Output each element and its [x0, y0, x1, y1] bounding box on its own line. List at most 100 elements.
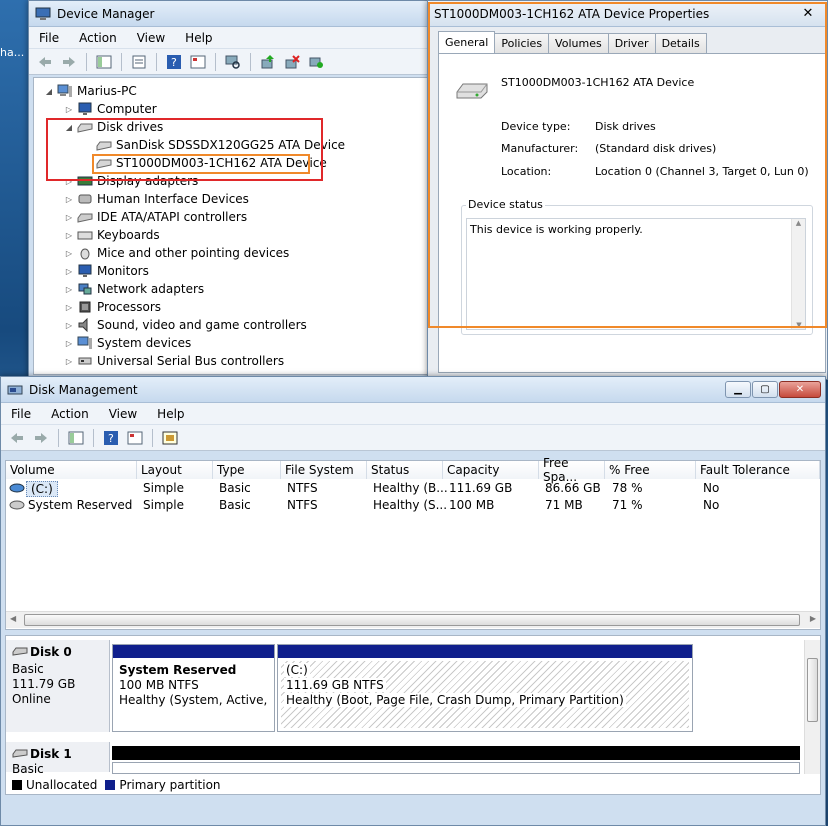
disk0-type: Basic — [12, 662, 44, 676]
tree-item-label: Universal Serial Bus controllers — [97, 354, 285, 368]
expanded-arrow-icon[interactable]: ◢ — [44, 87, 54, 96]
show-hide-tree-icon[interactable] — [66, 428, 86, 448]
vertical-scrollbar[interactable] — [804, 640, 820, 774]
tree-item-keyboards[interactable]: ▷ Keyboards — [64, 226, 160, 244]
tree-item-sound[interactable]: ▷ Sound, video and game controllers — [64, 316, 307, 334]
tree-item-system[interactable]: ▷ System devices — [64, 334, 191, 352]
collapsed-arrow-icon[interactable]: ▷ — [64, 105, 74, 114]
collapsed-arrow-icon[interactable]: ▷ — [64, 321, 74, 330]
menu-view[interactable]: View — [99, 407, 147, 421]
tree-item-mice[interactable]: ▷ Mice and other pointing devices — [64, 244, 289, 262]
device-manager-icon — [35, 7, 51, 20]
column-header-free-space[interactable]: Free Spa... — [539, 456, 605, 484]
enable-device-icon[interactable] — [306, 52, 326, 72]
table-row[interactable]: (C:) Simple Basic NTFS Healthy (B... 111… — [6, 480, 820, 497]
menu-help[interactable]: Help — [147, 407, 194, 421]
properties-icon[interactable] — [160, 428, 180, 448]
disk-management-menubar: File Action View Help — [1, 403, 825, 425]
column-header-layout[interactable]: Layout — [137, 461, 213, 479]
tree-item-label: Keyboards — [97, 228, 160, 242]
forward-arrow-icon[interactable] — [31, 428, 51, 448]
ide-controller-icon — [77, 213, 93, 223]
help-icon[interactable]: ? — [164, 52, 184, 72]
collapsed-arrow-icon[interactable]: ▷ — [64, 339, 74, 348]
scan-hardware-icon[interactable] — [223, 52, 243, 72]
close-button[interactable]: ✕ — [779, 381, 821, 398]
collapsed-arrow-icon[interactable]: ▷ — [64, 195, 74, 204]
back-arrow-icon[interactable] — [7, 428, 27, 448]
column-header-percent-free[interactable]: % Free — [605, 461, 696, 479]
partition-c-drive[interactable]: (C:) 111.69 GB NTFS Healthy (Boot, Page … — [277, 644, 693, 732]
tree-item-root[interactable]: ◢ Marius-PC — [44, 82, 137, 100]
collapsed-arrow-icon[interactable]: ▷ — [64, 249, 74, 258]
tree-item-label: Marius-PC — [77, 84, 137, 98]
scroll-right-icon[interactable]: ▶ — [810, 614, 816, 623]
collapsed-arrow-icon[interactable]: ▷ — [64, 267, 74, 276]
disk-management-window: Disk Management ▁ ▢ ✕ File Action View H… — [0, 376, 826, 826]
disk-management-title: Disk Management — [29, 382, 138, 397]
collapsed-arrow-icon[interactable]: ▷ — [64, 303, 74, 312]
properties-icon[interactable] — [129, 52, 149, 72]
toolbar-separator — [121, 52, 122, 71]
disk0-name: Disk 0 — [30, 645, 72, 659]
update-driver-icon[interactable] — [258, 52, 278, 72]
column-header-fault-tolerance[interactable]: Fault Tolerance — [696, 461, 820, 479]
collapsed-arrow-icon[interactable]: ▷ — [64, 213, 74, 222]
menu-help[interactable]: Help — [175, 31, 222, 45]
column-header-capacity[interactable]: Capacity — [443, 461, 539, 479]
device-manager-titlebar[interactable]: Device Manager — [29, 1, 430, 27]
table-row[interactable]: System Reserved Simple Basic NTFS Health… — [6, 497, 820, 514]
menu-action[interactable]: Action — [41, 407, 99, 421]
disk0-label[interactable]: Disk 0 Basic 111.79 GB Online — [6, 640, 110, 732]
show-hide-tree-icon[interactable] — [94, 52, 114, 72]
disk1-unallocated-area[interactable] — [112, 762, 800, 774]
disk1-label[interactable]: Disk 1 Basic — [6, 742, 110, 776]
back-arrow-icon[interactable] — [35, 52, 55, 72]
view-icon[interactable] — [188, 52, 208, 72]
collapsed-arrow-icon[interactable]: ▷ — [64, 285, 74, 294]
scroll-thumb[interactable] — [24, 614, 800, 626]
partition-name: (C:) — [284, 663, 310, 677]
tab-general[interactable]: General — [438, 31, 496, 53]
column-header-type[interactable]: Type — [213, 461, 281, 479]
partition-size: 100 MB NTFS — [119, 678, 199, 692]
menu-view[interactable]: View — [127, 31, 175, 45]
column-header-file-system[interactable]: File System — [281, 461, 367, 479]
scroll-left-icon[interactable]: ◀ — [10, 614, 16, 623]
horizontal-scrollbar[interactable]: ◀ ▶ — [6, 611, 820, 628]
file-system-cell: NTFS — [287, 498, 318, 512]
view-icon[interactable] — [125, 428, 145, 448]
menu-action[interactable]: Action — [69, 31, 127, 45]
volume-name: (C:) — [26, 481, 58, 497]
tree-item-hid[interactable]: ▷ Human Interface Devices — [64, 190, 249, 208]
disk-management-toolbar: ? — [1, 425, 825, 451]
tree-item-processors[interactable]: ▷ Processors — [64, 298, 161, 316]
column-header-volume[interactable]: Volume — [6, 461, 137, 479]
menu-file[interactable]: File — [29, 31, 69, 45]
tree-item-monitors[interactable]: ▷ Monitors — [64, 262, 149, 280]
uninstall-icon[interactable] — [282, 52, 302, 72]
tree-item-computer[interactable]: ▷ Computer — [64, 100, 157, 118]
maximize-button[interactable]: ▢ — [752, 381, 778, 398]
layout-cell: Simple — [143, 498, 184, 512]
usb-icon — [78, 357, 92, 365]
desktop-icon-label[interactable]: ha... — [0, 46, 24, 59]
volume-list: Volume Layout Type File System Status Ca… — [5, 456, 821, 630]
scroll-thumb[interactable] — [807, 658, 818, 722]
menu-file[interactable]: File — [1, 407, 41, 421]
column-header-status[interactable]: Status — [367, 461, 443, 479]
collapsed-arrow-icon[interactable]: ▷ — [64, 231, 74, 240]
minimize-button[interactable]: ▁ — [725, 381, 751, 398]
tree-item-network[interactable]: ▷ Network adapters — [64, 280, 204, 298]
tree-item-label: Monitors — [97, 264, 149, 278]
seagate-highlight-orange — [92, 154, 310, 174]
disk1-unallocated-bar[interactable] — [112, 746, 800, 760]
tree-item-usb[interactable]: ▷ Universal Serial Bus controllers — [64, 352, 284, 370]
help-icon[interactable]: ? — [101, 428, 121, 448]
disk-management-titlebar[interactable]: Disk Management ▁ ▢ ✕ — [1, 377, 825, 403]
forward-arrow-icon[interactable] — [59, 52, 79, 72]
partition-system-reserved[interactable]: System Reserved 100 MB NTFS Healthy (Sys… — [112, 644, 275, 732]
monitor-icon — [78, 264, 92, 277]
collapsed-arrow-icon[interactable]: ▷ — [64, 357, 74, 366]
tree-item-ide[interactable]: ▷ IDE ATA/ATAPI controllers — [64, 208, 247, 226]
